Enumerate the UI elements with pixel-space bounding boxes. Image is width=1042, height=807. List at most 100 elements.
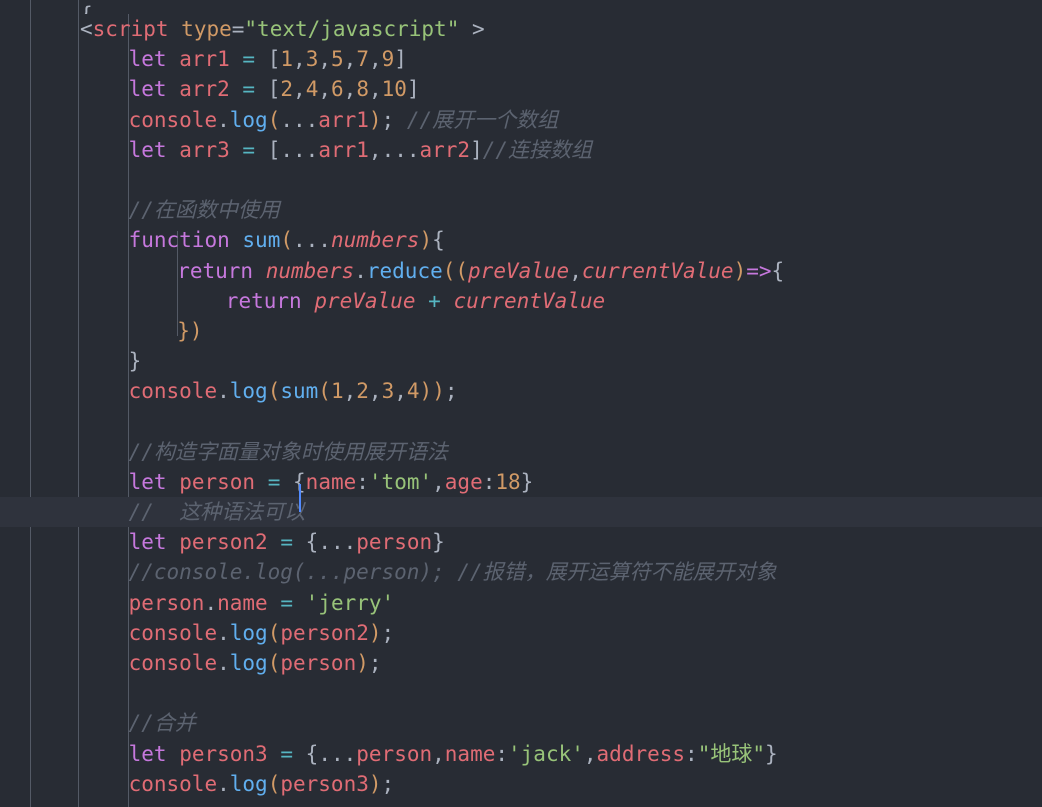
code-line[interactable]: person.name = 'jerry' xyxy=(0,588,1042,618)
token-var: console xyxy=(128,771,218,796)
code-line[interactable]: //在函数中使用 xyxy=(0,195,1042,225)
code-line-content: //console.log(...person); //报错，展开运算符不能展开… xyxy=(0,557,1042,587)
token-brace: } xyxy=(432,530,445,555)
code-line[interactable]: //console.log(...person); //报错，展开运算符不能展开… xyxy=(0,557,1042,587)
token-var: person2 xyxy=(280,620,369,645)
token-var: person3 xyxy=(280,771,369,796)
token-punct: ] xyxy=(470,137,483,162)
token-punct: . xyxy=(217,379,230,404)
token-punct: . xyxy=(354,258,367,283)
code-line[interactable]: //构造字面量对象时使用展开语法 xyxy=(0,437,1042,467)
token-op: = xyxy=(242,137,256,162)
token-param: numbers xyxy=(330,228,420,253)
code-line-content xyxy=(0,406,1042,436)
code-line[interactable]: return preValue + currentValue xyxy=(0,286,1042,316)
token-num: 6 xyxy=(331,77,344,102)
code-editor[interactable]: {<script type="text/javascript" >let arr… xyxy=(0,0,1042,807)
token-punct: , xyxy=(432,741,445,766)
code-line[interactable]: let person3 = {...person,name:'jack',add… xyxy=(0,739,1042,769)
token-brace: { xyxy=(305,530,319,555)
code-line[interactable]: console.log(sum(1,2,3,4)); xyxy=(0,376,1042,406)
token-punct: , xyxy=(432,469,445,494)
token-kw: => xyxy=(746,258,772,283)
code-line[interactable]: //合并 xyxy=(0,708,1042,738)
token-var: arr2 xyxy=(419,137,471,162)
token-punct: ] xyxy=(394,47,407,72)
token-fn: sum xyxy=(280,379,319,404)
token-attr: type xyxy=(181,17,232,41)
token-fn: reduce xyxy=(366,258,443,283)
token-var: person2 xyxy=(179,530,268,555)
token-punct: , xyxy=(293,77,306,102)
token-punct: [ xyxy=(267,47,281,72)
token-comment: //构造字面量对象时使用展开语法 xyxy=(128,439,448,464)
code-line[interactable]: console.log(person3); xyxy=(0,769,1042,799)
token-brace: { xyxy=(80,3,93,14)
code-line[interactable]: <script type="text/javascript" > xyxy=(0,14,1042,44)
token-punct: , xyxy=(343,379,357,404)
code-line[interactable] xyxy=(0,165,1042,195)
token-paren: ( xyxy=(280,228,293,253)
token-punct: , xyxy=(343,47,357,72)
code-line[interactable]: console.log(person2); xyxy=(0,618,1042,648)
code-line[interactable]: let arr3 = [...arr1,...arr2]//连接数组 xyxy=(0,135,1042,165)
token-punct: : xyxy=(356,469,369,494)
code-line[interactable]: return numbers.reduce((preValue,currentV… xyxy=(0,256,1042,286)
code-line[interactable]: let person2 = {...person} xyxy=(0,527,1042,557)
token-paren: ( xyxy=(267,771,281,796)
code-line-content: console.log(sum(1,2,3,4)); xyxy=(0,376,1042,406)
code-line-content: console.log(...arr1); //展开一个数组 xyxy=(0,105,1042,135)
code-line[interactable]: let person = {name:'tom',age:18} xyxy=(0,467,1042,497)
code-line[interactable]: let arr2 = [2,4,6,8,10] xyxy=(0,74,1042,104)
token-var: console xyxy=(128,620,218,645)
token-punct: ; xyxy=(368,650,382,675)
code-line[interactable]: function sum(...numbers){ xyxy=(0,225,1042,255)
token-var: person xyxy=(128,590,205,615)
token-var: person xyxy=(356,741,433,766)
token-fn: log xyxy=(229,107,268,132)
code-line[interactable] xyxy=(0,406,1042,436)
code-line[interactable]: }) xyxy=(0,316,1042,346)
token-var: arr1 xyxy=(318,107,369,132)
code-line-content: { xyxy=(0,0,1042,14)
code-line[interactable]: console.log(person); xyxy=(0,648,1042,678)
code-surface[interactable]: {<script type="text/javascript" >let arr… xyxy=(0,0,1042,807)
code-line[interactable]: { xyxy=(0,0,1042,14)
token-prop: address xyxy=(596,741,686,766)
token-op: = xyxy=(242,47,256,72)
code-line[interactable]: console.log(...arr1); //展开一个数组 xyxy=(0,105,1042,135)
token-num: 8 xyxy=(356,77,369,102)
token-kw: let xyxy=(128,741,167,766)
token-paren: ) xyxy=(368,771,382,796)
token-paren: ( xyxy=(318,379,331,404)
token-var: person3 xyxy=(179,741,268,766)
token-brace: } xyxy=(128,349,142,374)
code-line[interactable]: let arr1 = [1,3,5,7,9] xyxy=(0,44,1042,74)
code-line-active[interactable]: // 这种语法可以 xyxy=(0,497,1042,528)
code-line[interactable] xyxy=(0,678,1042,708)
token-paren: }) xyxy=(177,318,203,343)
token-paren: ) xyxy=(368,620,382,645)
code-line-content: //构造字面量对象时使用展开语法 xyxy=(0,437,1042,467)
token-num: 10 xyxy=(381,77,407,102)
token-num: 1 xyxy=(330,379,344,404)
code-line-content: return numbers.reduce((preValue,currentV… xyxy=(0,256,1042,286)
code-line-content xyxy=(0,678,1042,708)
code-line[interactable]: } xyxy=(0,346,1042,376)
token-punct: ... xyxy=(381,137,420,162)
token-punct: : xyxy=(482,469,496,494)
token-paren: ( xyxy=(267,650,281,675)
token-num: 2 xyxy=(356,379,369,404)
token-paren: )) xyxy=(419,379,445,404)
token-str: 'tom' xyxy=(368,469,433,494)
